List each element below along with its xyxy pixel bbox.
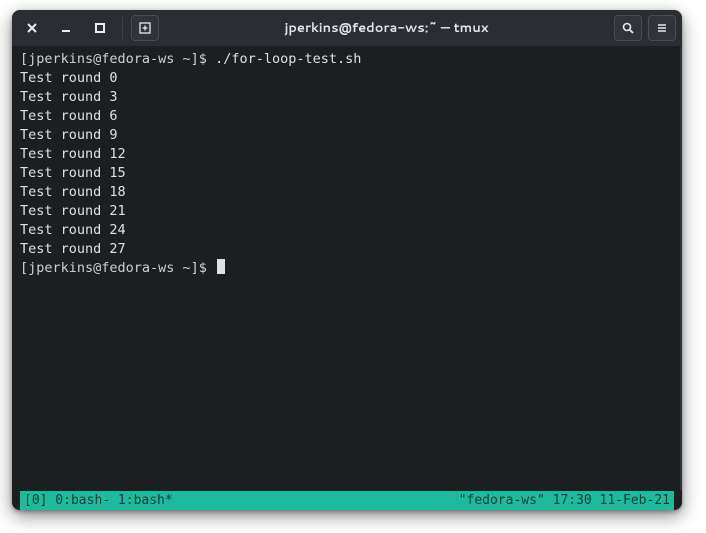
minimize-icon: [59, 21, 73, 35]
search-button[interactable]: [614, 15, 642, 41]
output-line: Test round 27: [20, 240, 674, 259]
command-text: ./for-loop-test.sh: [215, 51, 361, 67]
output-line: Test round 9: [20, 126, 674, 145]
new-tab-icon: [138, 21, 152, 35]
output-line: Test round 12: [20, 145, 674, 164]
terminal-area[interactable]: [jperkins@fedora-ws ~]$ ./for-loop-test.…: [12, 46, 682, 510]
maximize-button[interactable]: [86, 15, 114, 41]
output-line: Test round 21: [20, 202, 674, 221]
search-icon: [621, 21, 635, 35]
output-line: Test round 6: [20, 107, 674, 126]
prompt-line: [jperkins@fedora-ws ~]$ ./for-loop-test.…: [20, 50, 674, 69]
terminal-body: [jperkins@fedora-ws ~]$ ./for-loop-test.…: [20, 50, 674, 491]
scrollbar[interactable]: [680, 46, 682, 490]
close-button[interactable]: [18, 15, 46, 41]
separator: [122, 17, 123, 39]
shell-prompt: [jperkins@fedora-ws ~]$: [20, 51, 207, 67]
output-lines: Test round 0Test round 3Test round 6Test…: [20, 69, 674, 259]
prompt-line-idle: [jperkins@fedora-ws ~]$: [20, 259, 674, 278]
menu-button[interactable]: [648, 15, 676, 41]
minimize-button[interactable]: [52, 15, 80, 41]
shell-prompt: [jperkins@fedora-ws ~]$: [20, 260, 207, 276]
output-line: Test round 18: [20, 183, 674, 202]
output-line: Test round 0: [20, 69, 674, 88]
output-line: Test round 24: [20, 221, 674, 240]
tmux-statusbar: [0] 0:bash- 1:bash* "fedora-ws" 17:30 11…: [20, 491, 674, 510]
new-tab-button[interactable]: [131, 15, 159, 41]
cursor: [217, 259, 225, 274]
terminal-window: jperkins@fedora-ws:~ — tmux [jperkins@fe…: [12, 10, 682, 510]
output-line: Test round 15: [20, 164, 674, 183]
output-line: Test round 3: [20, 88, 674, 107]
hamburger-icon: [655, 21, 669, 35]
maximize-icon: [93, 21, 107, 35]
window-title: jperkins@fedora-ws:~ — tmux: [165, 19, 608, 37]
titlebar: jperkins@fedora-ws:~ — tmux: [12, 10, 682, 46]
close-icon: [25, 21, 39, 35]
status-left: [0] 0:bash- 1:bash*: [24, 491, 459, 510]
status-right: "fedora-ws" 17:30 11-Feb-21: [459, 491, 670, 510]
